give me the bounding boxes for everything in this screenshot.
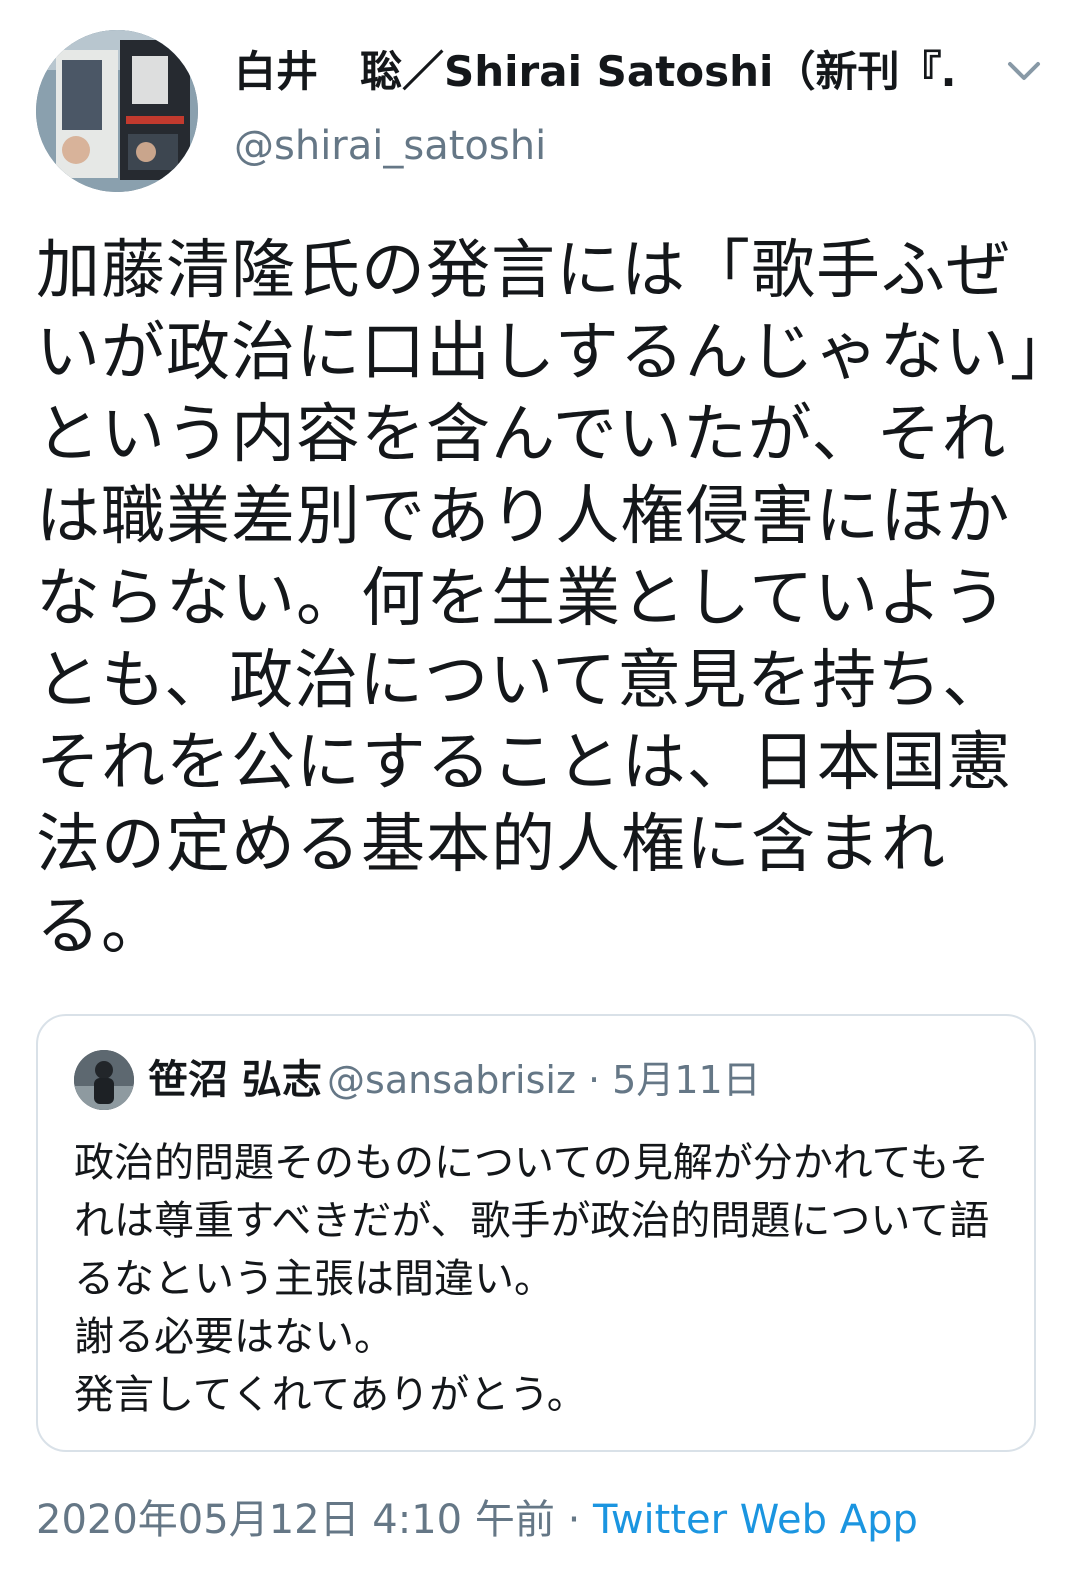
tweet-text: 加藤清隆氏の発言には「歌手ふぜいが政治に口出しするんじゃない」という内容を含んで…: [36, 234, 1043, 964]
book-cover-avatar-icon: [36, 30, 198, 192]
person-photo-icon: [74, 1050, 134, 1110]
chevron-down-icon[interactable]: [1000, 52, 1048, 92]
quoted-author-handle[interactable]: @sansabrisiz: [327, 1058, 576, 1102]
header-separator: ·: [575, 1058, 613, 1102]
footer-separator: ·: [554, 1497, 594, 1543]
tweet: 白井 聡／Shirai Satoshi（新刊『… @shirai_satoshi…: [0, 0, 1080, 1576]
author-handle[interactable]: @shirai_satoshi: [234, 120, 546, 172]
tweet-source-link[interactable]: Twitter Web App: [593, 1497, 918, 1543]
author-avatar[interactable]: [36, 30, 198, 192]
quoted-tweet-card[interactable]: 笹沼 弘志 @sansabrisiz · 5月11日 政治的問題そのものについて…: [36, 1014, 1036, 1452]
tweet-timestamp[interactable]: 2020年05月12日 4:10 午前: [36, 1497, 555, 1543]
tweet-footer: 2020年05月12日 4:10 午前 · Twitter Web App: [36, 1494, 918, 1546]
quoted-tweet-text: 政治的問題そのものについての見解が分かれてもそれは尊重すべきだが、歌手が政治的問…: [74, 1140, 990, 1418]
quoted-tweet-date[interactable]: 5月11日: [612, 1058, 761, 1102]
quoted-author-name[interactable]: 笹沼 弘志: [148, 1057, 322, 1103]
quoted-tweet-header: 笹沼 弘志 @sansabrisiz · 5月11日: [148, 1052, 761, 1116]
author-display-name[interactable]: 白井 聡／Shirai Satoshi（新刊『…: [234, 44, 954, 100]
quoted-author-avatar[interactable]: [74, 1050, 134, 1110]
